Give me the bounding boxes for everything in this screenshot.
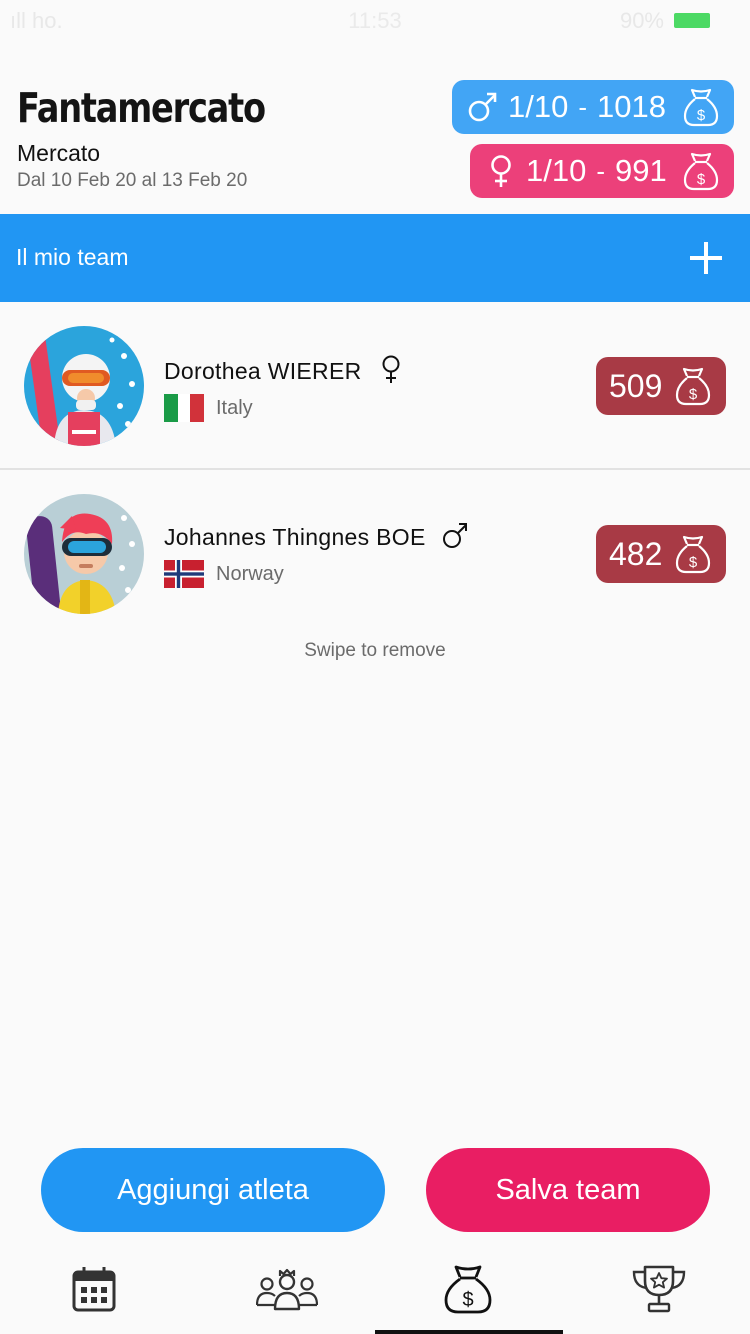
status-bar: ıll ho. 11:53 90% <box>0 0 750 40</box>
svg-text:$: $ <box>697 171 706 188</box>
athlete-country: Norway <box>216 563 284 585</box>
add-athlete-button[interactable]: Aggiungi atleta <box>41 1148 385 1232</box>
male-amount: 1018 <box>597 89 666 124</box>
athlete-name: Dorothea WIERER <box>164 358 362 384</box>
list-item[interactable]: Johannes Thingnes BOE Norway 482 $ <box>0 470 750 638</box>
list-item[interactable]: Dorothea WIERER Italy 509 $ <box>0 302 750 470</box>
svg-text:$: $ <box>689 554 698 571</box>
add-icon[interactable] <box>690 242 722 274</box>
tab-ranking[interactable] <box>619 1256 699 1322</box>
female-icon <box>382 355 400 383</box>
female-budget-badge: 1/10 - 991 $ <box>470 144 734 198</box>
bottom-tab-bar: $ <box>0 1250 750 1334</box>
money-bag-icon: $ <box>676 367 711 406</box>
svg-text:$: $ <box>462 1289 473 1311</box>
male-budget-badge: 1/10 - 1018 $ <box>452 80 734 134</box>
swipe-hint: Swipe to remove <box>304 640 446 661</box>
norway-flag-icon <box>164 560 204 588</box>
money-bag-icon: $ <box>683 152 719 191</box>
italy-flag-icon <box>164 394 204 422</box>
male-icon <box>443 522 468 548</box>
svg-text:$: $ <box>697 107 706 124</box>
athlete-name-row: Johannes Thingnes BOE <box>164 522 468 551</box>
money-bag-icon: $ <box>444 1265 492 1314</box>
male-count: 1/10 <box>508 89 569 124</box>
money-bag-icon: $ <box>683 88 719 127</box>
female-icon <box>491 155 511 187</box>
market-dates: Dal 10 Feb 20 al 13 Feb 20 <box>17 170 248 191</box>
athlete-price-badge: 482 $ <box>596 525 726 583</box>
athlete-avatar <box>24 326 144 446</box>
my-team-label: Il mio team <box>16 244 129 270</box>
athlete-price-badge: 509 $ <box>596 357 726 415</box>
athlete-name-row: Dorothea WIERER <box>164 355 404 385</box>
battery-icon <box>674 13 710 28</box>
active-tab-indicator <box>375 1330 563 1334</box>
female-amount: 991 <box>615 153 667 188</box>
athlete-country: Italy <box>216 397 253 419</box>
page-subtitle: Mercato <box>17 140 101 166</box>
tab-calendar[interactable] <box>54 1256 134 1322</box>
female-separator: - <box>596 155 606 186</box>
male-separator: - <box>578 91 588 122</box>
page-title: Fantamercato <box>17 84 266 132</box>
save-team-button[interactable]: Salva team <box>426 1148 710 1232</box>
tab-market[interactable]: $ <box>428 1256 508 1322</box>
battery-percent: 90% <box>619 8 664 33</box>
money-bag-icon: $ <box>676 535 711 574</box>
athlete-price: 509 <box>609 367 663 404</box>
athlete-price: 482 <box>609 535 663 572</box>
calendar-icon <box>72 1267 116 1312</box>
my-team-bar: Il mio team <box>0 214 750 302</box>
male-icon <box>468 92 497 122</box>
athlete-avatar <box>24 494 144 614</box>
trophy-icon <box>632 1265 686 1313</box>
athlete-name: Johannes Thingnes BOE <box>164 524 426 550</box>
svg-text:$: $ <box>689 386 698 403</box>
female-count: 1/10 <box>526 153 587 188</box>
people-icon <box>256 1268 318 1311</box>
tab-team[interactable] <box>247 1256 327 1322</box>
